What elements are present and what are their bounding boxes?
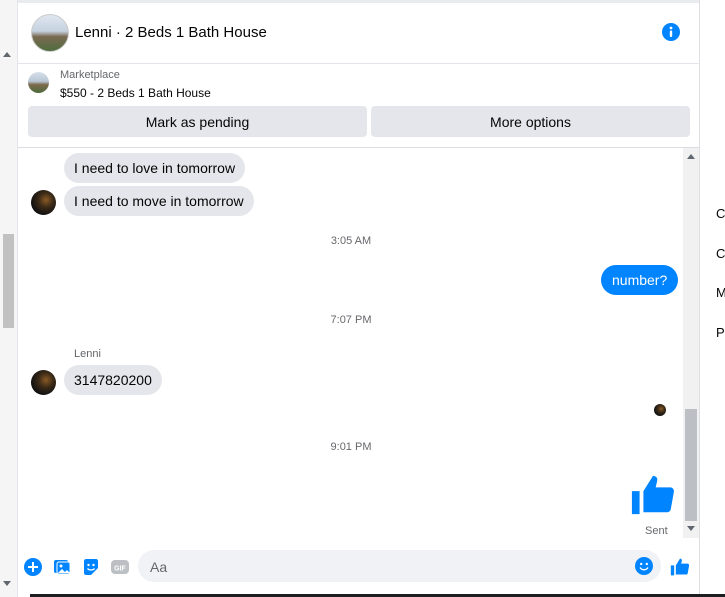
read-receipt-avatar bbox=[654, 404, 666, 416]
message-input[interactable]: Aa bbox=[138, 550, 661, 582]
message-bubble-outgoing[interactable]: number? bbox=[601, 265, 679, 295]
message-bubble-incoming[interactable]: I need to love in tomorrow bbox=[64, 153, 246, 183]
scrollbar-thumb[interactable] bbox=[3, 234, 14, 328]
message-input-placeholder: Aa bbox=[150, 559, 168, 575]
thumbs-up-sticker-icon[interactable] bbox=[630, 472, 676, 518]
message-bubble-incoming[interactable]: 3147820200 bbox=[64, 365, 162, 395]
like-button-icon[interactable] bbox=[670, 557, 690, 577]
message-status: Sent bbox=[645, 525, 668, 537]
plus-circle-icon[interactable] bbox=[24, 558, 42, 576]
listing-avatar[interactable] bbox=[31, 14, 69, 52]
right-column-letter: P bbox=[716, 325, 725, 340]
right-column-letter: C bbox=[716, 246, 725, 261]
sender-name: Lenni bbox=[74, 348, 101, 360]
right-column-cutoff: C C M P bbox=[700, 0, 725, 597]
contact-avatar bbox=[31, 190, 56, 215]
marketplace-panel: Marketplace $550 - 2 Beds 1 Bath House M… bbox=[18, 61, 699, 148]
listing-thumbnail[interactable] bbox=[28, 72, 49, 93]
svg-text:GIF: GIF bbox=[114, 566, 126, 573]
info-icon[interactable] bbox=[662, 23, 680, 41]
chat-header: Lenni · 2 Beds 1 Bath House bbox=[18, 0, 699, 64]
chat-window: Lenni · 2 Beds 1 Bath House Marketplace … bbox=[18, 0, 700, 597]
message-list: I need to love in tomorrow I need to mov… bbox=[18, 148, 684, 540]
contact-avatar bbox=[31, 370, 56, 395]
message-scrollbar[interactable] bbox=[683, 148, 699, 538]
right-column-letter: M bbox=[716, 285, 725, 300]
message-composer: GIF Aa bbox=[18, 540, 699, 597]
marketplace-label: Marketplace bbox=[60, 69, 120, 81]
left-scrollbar[interactable] bbox=[0, 0, 18, 597]
message-timestamp: 3:05 AM bbox=[330, 235, 372, 247]
message-timestamp: 9:01 PM bbox=[330, 441, 372, 453]
scroll-down-arrow-icon[interactable] bbox=[3, 581, 11, 586]
more-options-button[interactable]: More options bbox=[371, 106, 690, 137]
message-timestamp: 7:07 PM bbox=[330, 314, 372, 326]
scrollbar-thumb[interactable] bbox=[685, 409, 697, 521]
listing-title[interactable]: $550 - 2 Beds 1 Bath House bbox=[60, 86, 211, 100]
emoji-icon[interactable] bbox=[635, 557, 653, 575]
scroll-up-arrow-icon[interactable] bbox=[687, 154, 695, 159]
gif-icon[interactable]: GIF bbox=[111, 558, 129, 576]
scroll-down-arrow-icon[interactable] bbox=[687, 526, 695, 531]
scroll-up-arrow-icon[interactable] bbox=[3, 52, 11, 57]
chat-title[interactable]: Lenni · 2 Beds 1 Bath House bbox=[75, 24, 267, 41]
right-column-letter: C bbox=[716, 206, 725, 221]
mark-as-pending-button[interactable]: Mark as pending bbox=[28, 106, 367, 137]
sticker-icon[interactable] bbox=[82, 558, 100, 576]
photo-icon[interactable] bbox=[53, 558, 71, 576]
message-bubble-incoming[interactable]: I need to move in tomorrow bbox=[64, 186, 254, 216]
